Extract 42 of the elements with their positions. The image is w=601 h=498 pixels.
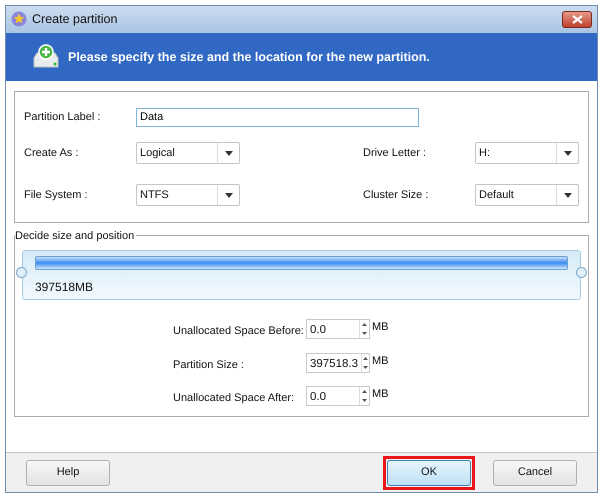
close-button[interactable] bbox=[562, 11, 592, 28]
down-arrow-icon[interactable] bbox=[362, 332, 367, 335]
down-arrow-icon[interactable] bbox=[362, 399, 367, 402]
caret-icon bbox=[224, 192, 232, 198]
number-spinner[interactable]: 0.0 bbox=[306, 319, 370, 339]
field-label: File System : bbox=[24, 188, 89, 203]
close-icon bbox=[572, 15, 582, 24]
window-title: Create partition bbox=[32, 11, 118, 28]
unit-label: MB bbox=[372, 387, 388, 402]
caret-icon bbox=[564, 192, 572, 198]
up-arrow-icon[interactable] bbox=[362, 323, 367, 326]
dialog-button[interactable]: OK bbox=[387, 460, 471, 486]
field-label: Partition Size : bbox=[173, 358, 245, 372]
up-arrow-icon[interactable] bbox=[362, 390, 367, 393]
field-label: Partition Label : bbox=[24, 110, 102, 125]
field-label: Create As : bbox=[24, 146, 80, 161]
dropdown[interactable]: H: bbox=[475, 142, 579, 164]
dropdown[interactable]: NTFS bbox=[136, 184, 240, 206]
add-drive-icon bbox=[32, 44, 60, 70]
dialog-button[interactable]: Help bbox=[26, 460, 110, 486]
unit-label: MB bbox=[372, 320, 388, 335]
dialog-button[interactable]: Cancel bbox=[493, 460, 577, 486]
down-arrow-icon[interactable] bbox=[362, 366, 368, 368]
number-spinner[interactable]: 397518.3 bbox=[306, 352, 370, 372]
dropdown[interactable]: Default bbox=[475, 184, 579, 206]
field-label: Unallocated Space After: bbox=[173, 391, 296, 406]
up-arrow-icon[interactable] bbox=[362, 356, 368, 360]
caret-icon bbox=[224, 150, 232, 156]
partition-bar[interactable]: 397518MB bbox=[22, 250, 581, 300]
header-text: Please specify the size and the location for the new partition. bbox=[68, 48, 430, 66]
caret-icon bbox=[564, 150, 572, 156]
field-label: Unallocated Space Before: bbox=[173, 324, 305, 339]
dropdown[interactable]: Logical bbox=[136, 142, 240, 164]
partition-label-field[interactable]: Data bbox=[136, 108, 419, 126]
left-handle[interactable] bbox=[16, 267, 27, 278]
number-spinner[interactable]: 0.0 bbox=[306, 386, 370, 406]
right-handle[interactable] bbox=[576, 267, 587, 278]
size-text: 397518MB bbox=[35, 279, 94, 296]
field-label: Drive Letter : bbox=[363, 146, 427, 161]
field-label: Cluster Size : bbox=[363, 188, 430, 203]
unit-label: MB bbox=[372, 354, 388, 368]
group-legend: Decide size and position bbox=[15, 228, 136, 244]
